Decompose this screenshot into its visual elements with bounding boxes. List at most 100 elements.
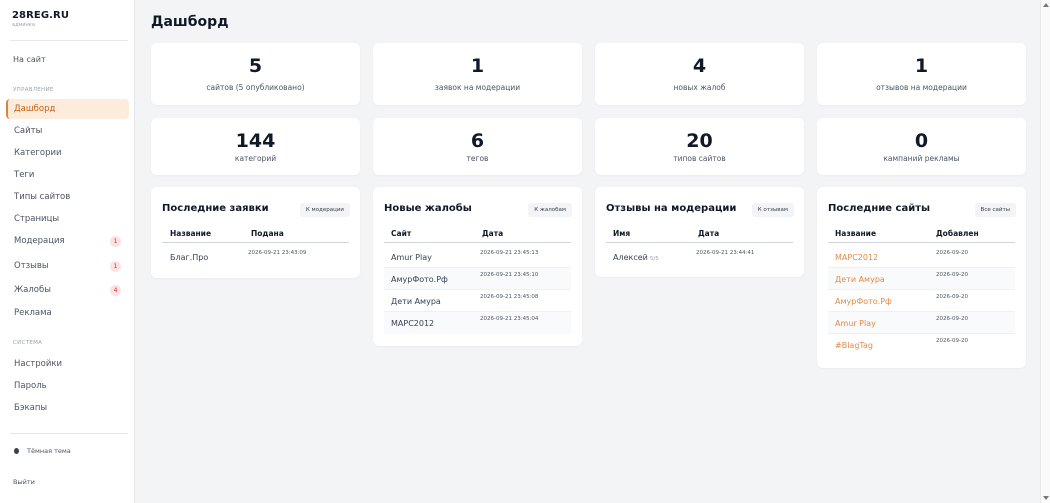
table-row[interactable]: #BlagTag 2026-09-20 (828, 334, 1015, 356)
sidebar-item-backups[interactable]: Бэкапы (6, 398, 129, 418)
sidebar-item-label: Жалобы (14, 285, 51, 295)
sidebar-item-label: Дашборд (14, 104, 56, 114)
stat-label: заявок на модерации (434, 83, 521, 92)
column-header: Имя (613, 229, 631, 238)
site-link[interactable]: Дети Амура (835, 275, 885, 284)
sidebar-item-tags[interactable]: Теги (6, 165, 129, 185)
column-header: Сайт (391, 229, 412, 238)
count-badge: 4 (110, 285, 121, 296)
table-header: Название Подана (162, 227, 349, 243)
table-row[interactable]: Дети Амура 2026-09-21 23:45:08 (384, 290, 571, 312)
stat-card: 0 кампаний рекламы (817, 118, 1026, 175)
review-date: 2026-09-21 23:44:41 (696, 250, 755, 256)
site-link[interactable]: АмурФото.Рф (835, 297, 892, 306)
review-rating: 5/5 (649, 256, 659, 262)
sidebar-item-dashboard[interactable]: Дашборд (6, 99, 129, 119)
page-title: Дашборд (151, 14, 229, 30)
site-link[interactable]: МАРС2012 (835, 253, 878, 262)
logout-link[interactable]: Выйти (13, 478, 35, 486)
stat-label: кампаний рекламы (883, 154, 960, 163)
table-row[interactable]: АмурФото.Рф 2026-09-20 (828, 290, 1015, 312)
sidebar-item-password[interactable]: Пароль (6, 376, 129, 396)
stat-label: сайтов (5 опубликовано) (206, 83, 305, 92)
to-reviews-button[interactable]: К отзывам (751, 203, 794, 217)
site-date: 2026-09-20 (936, 250, 968, 256)
sidebar-item-label: Модерация (14, 236, 65, 246)
sidebar-item-site-types[interactable]: Типы сайтов (6, 187, 129, 207)
section-manage-heading: УПРАВЛЕНИЕ (13, 87, 54, 93)
reviewer-name-text: Алексей (613, 253, 648, 262)
stat-label: новых жалоб (673, 83, 726, 92)
sidebar-item-label: Сайты (14, 126, 43, 136)
table-row[interactable]: Amur Play 2026-09-20 (828, 312, 1015, 334)
complaint-date: 2026-09-21 23:45:08 (480, 294, 539, 300)
sidebar-item-reviews[interactable]: Отзывы 1 (6, 256, 129, 276)
site-link[interactable]: #BlagTag (835, 341, 873, 350)
site-link[interactable]: Amur Play (835, 319, 876, 328)
scroll-down-icon[interactable] (1043, 496, 1049, 500)
reviewer-name: Алексей 5/5 (613, 253, 659, 262)
complaint-site: АмурФото.Рф (391, 275, 448, 284)
sidebar-item-complaints[interactable]: Жалобы 4 (6, 280, 129, 300)
sidebar-item-label: Настройки (14, 359, 63, 369)
reviews-moderation-panel: Отзывы на модерации К отзывам Имя Дата А… (595, 187, 804, 277)
stat-card: 144 категорий (151, 118, 360, 175)
stat-label: типов сайтов (673, 154, 726, 163)
stat-card: 4 новых жалоб (595, 43, 804, 105)
stat-value: 144 (235, 130, 276, 152)
stat-label: отзывов на модерации (876, 83, 967, 92)
sidebar-item-label: Страницы (14, 214, 60, 224)
scroll-up-icon[interactable] (1043, 3, 1049, 7)
panel-title: Последние заявки (162, 203, 269, 214)
divider (10, 433, 128, 434)
sidebar-item-label: Теги (14, 170, 35, 180)
theme-toggle[interactable]: Тёмная тема (14, 447, 71, 455)
stat-card: 1 заявок на модерации (373, 43, 582, 105)
table-row[interactable]: Amur Play 2026-09-21 23:45:13 (384, 246, 571, 268)
sidebar-item-categories[interactable]: Категории (6, 143, 129, 163)
table-header: Имя Дата (606, 227, 793, 243)
to-complaints-button[interactable]: К жалобам (528, 203, 572, 217)
request-name: Благ.Про (170, 253, 209, 262)
stat-card: 20 типов сайтов (595, 118, 804, 175)
sidebar-item-label: Бэкапы (14, 403, 48, 413)
to-moderation-button[interactable]: К модерации (299, 203, 350, 217)
column-header: Подана (251, 229, 284, 238)
all-sites-button[interactable]: Все сайты (974, 203, 1016, 217)
complaint-site: Дети Амура (391, 297, 441, 306)
column-header: Дата (698, 229, 720, 238)
site-link[interactable]: На сайт (13, 55, 46, 64)
table-row[interactable]: АмурФото.Рф 2026-09-21 23:45:10 (384, 268, 571, 290)
section-system-heading: СИСТЕМА (13, 340, 43, 346)
sidebar-item-pages[interactable]: Страницы (6, 209, 129, 229)
table-row[interactable]: МАРС2012 2026-09-21 23:45:04 (384, 312, 571, 334)
sidebar-item-label: Категории (14, 148, 62, 158)
complaint-date: 2026-09-21 23:45:13 (480, 250, 539, 256)
stat-card: 1 отзывов на модерации (817, 43, 1026, 105)
vertical-scrollbar[interactable] (1040, 0, 1050, 503)
table-row[interactable]: МАРС2012 2026-09-20 (828, 246, 1015, 268)
brand[interactable]: 28REG.RU админка (12, 10, 69, 28)
table-row[interactable]: Дети Амура 2026-09-20 (828, 268, 1015, 290)
latest-sites-panel: Последние сайты Все сайты Название Добав… (817, 187, 1026, 368)
column-header: Добавлен (936, 229, 979, 238)
stat-label: категорий (234, 154, 277, 163)
sidebar-item-sites[interactable]: Сайты (6, 121, 129, 141)
stat-value: 0 (914, 130, 929, 152)
column-header: Дата (482, 229, 504, 238)
sidebar-item-moderation[interactable]: Модерация 1 (6, 231, 129, 251)
sidebar-item-settings[interactable]: Настройки (6, 354, 129, 374)
stat-value: 4 (692, 55, 707, 77)
stat-value: 6 (470, 130, 485, 152)
sidebar-item-label: Реклама (14, 308, 52, 318)
count-badge: 1 (110, 236, 121, 247)
column-header: Название (835, 229, 877, 238)
sidebar: 28REG.RU админка На сайт УПРАВЛЕНИЕ Дашб… (0, 0, 135, 503)
sidebar-item-label: Пароль (14, 381, 47, 391)
table-row[interactable]: Алексей 5/5 2026-09-21 23:44:41 (606, 246, 793, 268)
stat-label: тегов (466, 154, 489, 163)
main-content: Дашборд 5 сайтов (5 опубликовано) 1 заяв… (136, 0, 1040, 503)
site-date: 2026-09-20 (936, 316, 968, 322)
table-row[interactable]: Благ.Про 2026-09-21 23:43:09 (162, 246, 349, 268)
sidebar-item-ads[interactable]: Реклама (6, 303, 129, 323)
